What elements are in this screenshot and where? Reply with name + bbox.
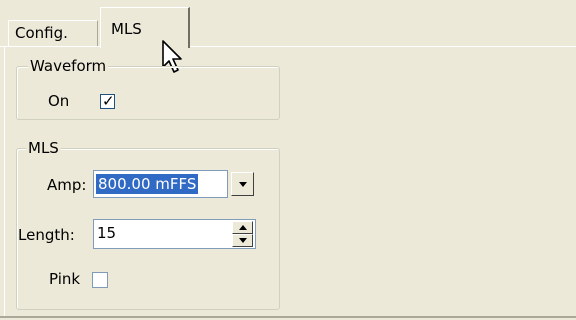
amp-dropdown-button[interactable] xyxy=(231,172,254,196)
panel-bottom-edge xyxy=(0,316,576,318)
tab-config[interactable]: Config. xyxy=(8,20,98,46)
waveform-group-title: Waveform xyxy=(28,57,109,75)
waveform-on-checkbox[interactable]: ✓ xyxy=(100,92,115,110)
checkmark-icon: ✓ xyxy=(102,92,115,110)
spinner-up-icon xyxy=(239,225,247,230)
length-label: Length: xyxy=(18,226,75,244)
amp-label: Amp: xyxy=(47,176,87,194)
amp-dropdown[interactable]: 800.00 mFFS xyxy=(93,170,228,198)
tab-strip-divider xyxy=(0,46,576,47)
pink-checkbox[interactable] xyxy=(92,272,108,288)
tab-config-label: Config. xyxy=(15,24,68,42)
spinner-down-icon xyxy=(239,238,247,243)
length-spinner-up[interactable] xyxy=(232,221,253,234)
mls-group-title: MLS xyxy=(26,139,61,157)
waveform-on-label: On xyxy=(48,92,70,110)
panel-left-edge xyxy=(4,46,5,316)
tab-mls-label: MLS xyxy=(111,20,142,38)
length-value: 15 xyxy=(97,224,117,242)
amp-value: 800.00 mFFS xyxy=(96,174,199,194)
length-spinner-down[interactable] xyxy=(232,234,253,247)
pink-label: Pink xyxy=(49,270,81,288)
chevron-down-icon xyxy=(239,182,247,187)
